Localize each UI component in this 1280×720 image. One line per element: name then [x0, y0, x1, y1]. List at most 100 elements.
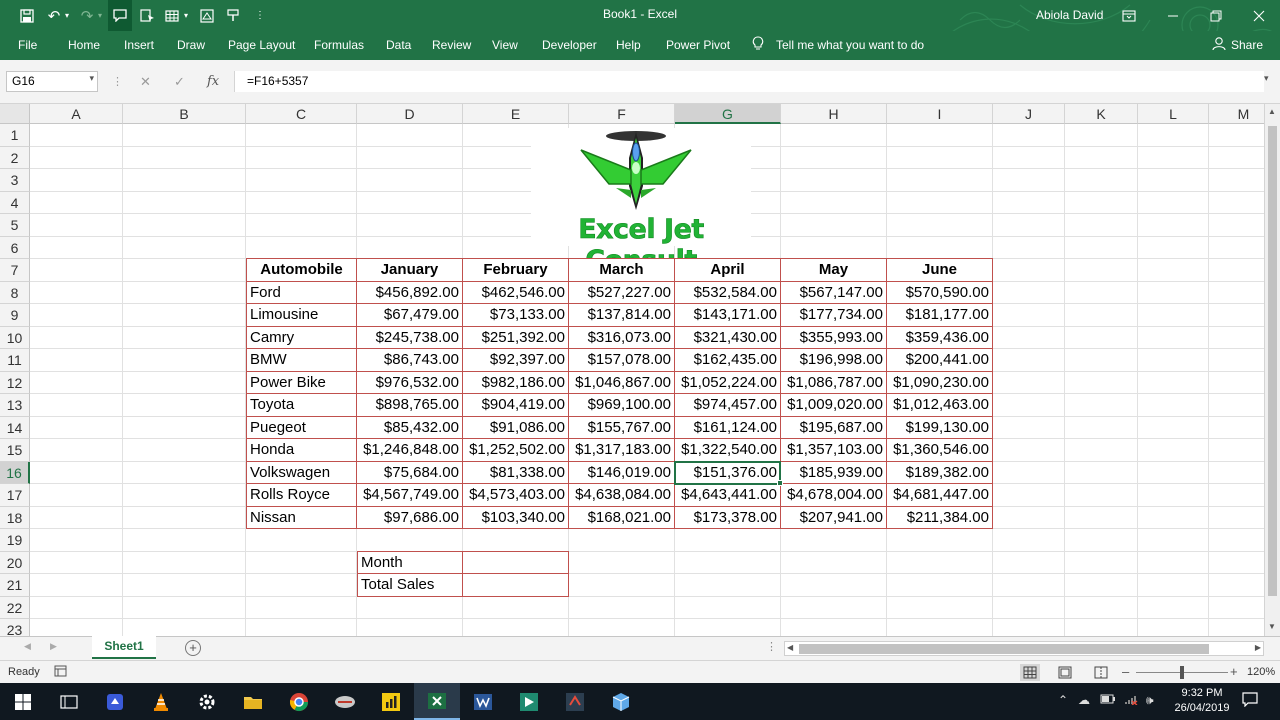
table-row-label[interactable]: Ford: [246, 281, 357, 304]
total-sales-label-cell[interactable]: Total Sales: [357, 574, 463, 597]
table-cell[interactable]: $157,078.00: [569, 349, 675, 372]
total-sales-value-cell[interactable]: [463, 574, 569, 597]
table-header-cell[interactable]: April: [675, 258, 781, 282]
horizontal-scrollbar[interactable]: ◀ ▶: [784, 641, 1264, 656]
table-header-cell[interactable]: February: [463, 258, 569, 282]
column-header-k[interactable]: K: [1065, 104, 1138, 124]
network-icon[interactable]: [1124, 693, 1138, 708]
table-cell[interactable]: $1,090,230.00: [887, 371, 993, 394]
ribbon-display-options-icon[interactable]: [1107, 0, 1151, 31]
table-row-label[interactable]: Limousine: [246, 304, 357, 327]
row-header-23[interactable]: 23: [0, 619, 30, 636]
table-cell[interactable]: $567,147.00: [781, 281, 887, 304]
sheet-tab-sheet1[interactable]: Sheet1: [92, 636, 156, 659]
table-cell[interactable]: $1,012,463.00: [887, 394, 993, 417]
share-button[interactable]: Share: [1231, 38, 1263, 52]
tab-file[interactable]: File: [18, 38, 37, 52]
table-cell[interactable]: $137,814.00: [569, 304, 675, 327]
macro-record-icon[interactable]: [54, 665, 67, 680]
tab-help[interactable]: Help: [616, 38, 641, 52]
row-header-10[interactable]: 10: [0, 326, 30, 349]
3d-box-icon[interactable]: [598, 683, 644, 720]
table-cell[interactable]: $195,687.00: [781, 416, 887, 439]
table-cell[interactable]: $1,009,020.00: [781, 394, 887, 417]
table-cell[interactable]: $1,252,502.00: [463, 439, 569, 462]
month-value-cell[interactable]: [463, 550, 569, 574]
confirm-entry-icon[interactable]: ✓: [174, 74, 185, 90]
app-icon[interactable]: [322, 683, 368, 720]
column-header-h[interactable]: H: [781, 104, 887, 124]
row-header-1[interactable]: 1: [0, 124, 30, 147]
row-header-3[interactable]: 3: [0, 169, 30, 192]
table-cell[interactable]: $143,171.00: [675, 304, 781, 327]
column-header-e[interactable]: E: [463, 104, 569, 124]
name-box[interactable]: G16 ▾: [6, 71, 98, 92]
row-header-19[interactable]: 19: [0, 529, 30, 552]
insert-function-icon[interactable]: fx: [207, 74, 219, 89]
scroll-down-icon[interactable]: ▼: [1268, 622, 1276, 631]
column-header-a[interactable]: A: [30, 104, 123, 124]
table-cell[interactable]: $207,941.00: [781, 506, 887, 529]
column-header-c[interactable]: C: [246, 104, 357, 124]
tab-insert[interactable]: Insert: [124, 38, 154, 52]
row-header-11[interactable]: 11: [0, 349, 30, 372]
vertical-scroll-thumb[interactable]: [1268, 126, 1277, 596]
row-header-6[interactable]: 6: [0, 236, 30, 259]
table-cell[interactable]: $456,892.00: [357, 281, 463, 304]
table-cell[interactable]: $1,357,103.00: [781, 439, 887, 462]
tab-home[interactable]: Home: [68, 38, 100, 52]
table-cell[interactable]: $1,046,867.00: [569, 371, 675, 394]
table-cell[interactable]: $86,743.00: [357, 349, 463, 372]
task-view-icon[interactable]: [46, 683, 92, 720]
table-cell[interactable]: $532,584.00: [675, 281, 781, 304]
chrome-icon[interactable]: [276, 683, 322, 720]
page-layout-view-icon[interactable]: [1058, 666, 1072, 682]
row-header-17[interactable]: 17: [0, 484, 30, 507]
row-header-4[interactable]: 4: [0, 191, 30, 214]
table-cell[interactable]: $570,590.00: [887, 281, 993, 304]
table-cell[interactable]: $4,573,403.00: [463, 484, 569, 507]
vertical-scrollbar[interactable]: ▲ ▼: [1264, 104, 1280, 636]
table-row-label[interactable]: Rolls Royce: [246, 484, 357, 507]
table-cell[interactable]: $982,186.00: [463, 371, 569, 394]
table-row-label[interactable]: Puegeot: [246, 416, 357, 439]
table-cell[interactable]: $91,086.00: [463, 416, 569, 439]
table-row-label[interactable]: Nissan: [246, 506, 357, 529]
table-cell[interactable]: $462,546.00: [463, 281, 569, 304]
zoom-in-icon[interactable]: +: [1230, 664, 1238, 679]
table-cell[interactable]: $189,382.00: [887, 461, 993, 484]
column-header-f[interactable]: F: [569, 104, 675, 124]
scroll-up-icon[interactable]: ▲: [1268, 107, 1276, 116]
table-row-label[interactable]: BMW: [246, 349, 357, 372]
close-icon[interactable]: [1237, 0, 1280, 31]
table-cell[interactable]: $974,457.00: [675, 394, 781, 417]
table-cell[interactable]: $75,684.00: [357, 461, 463, 484]
tab-power-pivot[interactable]: Power Pivot: [666, 38, 730, 52]
table-cell[interactable]: $162,435.00: [675, 349, 781, 372]
word-taskbar-icon[interactable]: [460, 683, 506, 720]
table-cell[interactable]: $181,177.00: [887, 304, 993, 327]
row-header-18[interactable]: 18: [0, 506, 30, 529]
table-cell[interactable]: $1,246,848.00: [357, 439, 463, 462]
table-cell[interactable]: $151,376.00: [675, 461, 781, 484]
table-cell[interactable]: $976,532.00: [357, 371, 463, 394]
table-header-cell[interactable]: May: [781, 258, 887, 282]
windows-start-icon[interactable]: [0, 683, 46, 720]
media-app-icon[interactable]: [552, 683, 598, 720]
table-cell[interactable]: $1,052,224.00: [675, 371, 781, 394]
row-header-7[interactable]: 7: [0, 259, 30, 282]
chevron-down-icon[interactable]: ▾: [89, 73, 94, 84]
add-sheet-icon[interactable]: +: [185, 640, 201, 656]
row-header-21[interactable]: 21: [0, 574, 30, 597]
tab-data[interactable]: Data: [386, 38, 411, 52]
worksheet-grid[interactable]: Excel Jet Consult ABCDEFGHIJKLM123456789…: [0, 104, 1264, 636]
row-header-12[interactable]: 12: [0, 371, 30, 394]
table-cell[interactable]: $359,436.00: [887, 326, 993, 349]
vlc-icon[interactable]: [138, 683, 184, 720]
column-header-m[interactable]: M: [1209, 104, 1264, 124]
table-cell[interactable]: $527,227.00: [569, 281, 675, 304]
video-editor-icon[interactable]: [506, 683, 552, 720]
system-clock[interactable]: 9:32 PM 26/04/2019: [1166, 686, 1238, 716]
table-cell[interactable]: $67,479.00: [357, 304, 463, 327]
table-cell[interactable]: $1,086,787.00: [781, 371, 887, 394]
